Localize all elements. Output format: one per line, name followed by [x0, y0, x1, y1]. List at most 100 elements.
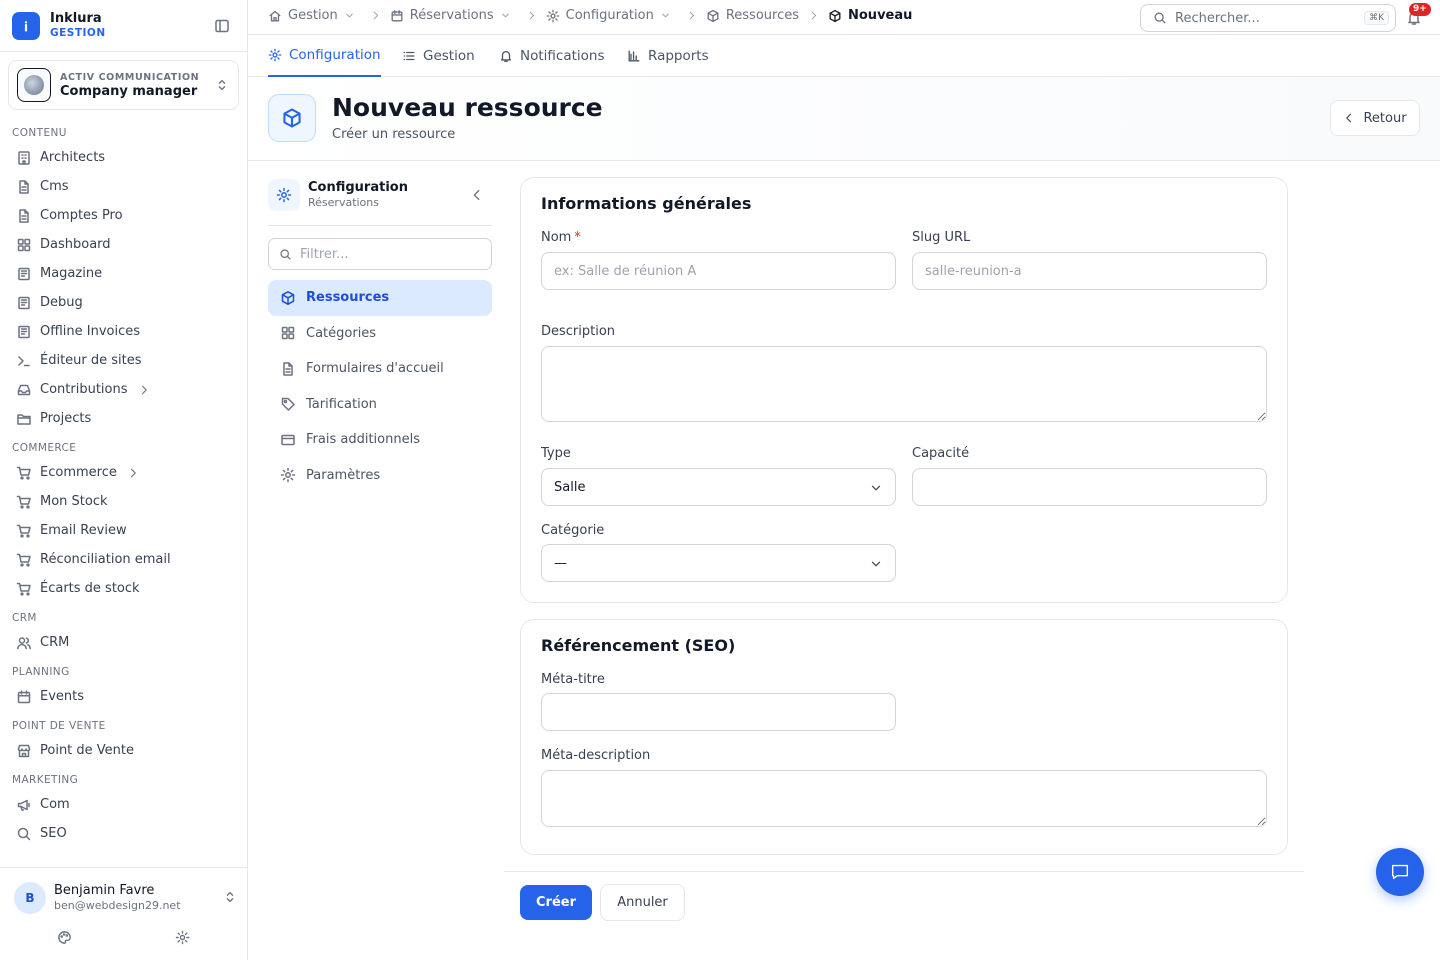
slug-input[interactable] [912, 252, 1267, 290]
sidebar-item-ecarts-de-stock[interactable]: Écarts de stock [0, 574, 247, 603]
chevron-right-icon [130, 468, 136, 477]
breadcrumb-item[interactable]: Réservations [390, 8, 517, 23]
category-select[interactable]: — [541, 544, 896, 582]
gear-icon[interactable] [175, 930, 190, 945]
chat-button[interactable] [1376, 848, 1424, 896]
file-icon [19, 208, 29, 223]
subnav-item-tarification[interactable]: Tarification [268, 387, 492, 423]
page-header: Nouveau ressource Créer un ressource Ret… [248, 77, 1440, 161]
sidebar-item-dashboard[interactable]: Dashboard [0, 230, 247, 259]
create-button[interactable]: Créer [520, 885, 592, 920]
chevron-left-icon [1346, 113, 1352, 123]
chevron-down-icon[interactable] [660, 10, 671, 21]
back-button-label: Retour [1363, 110, 1407, 126]
tab-rapports[interactable]: Rapports [627, 35, 709, 77]
subnav-item-parametres[interactable]: Paramètres [268, 458, 492, 494]
search-icon [280, 248, 291, 260]
sidebar-item-email-review[interactable]: Email Review [0, 516, 247, 545]
capacity-label: Capacité [912, 446, 970, 461]
required-marker: * [574, 230, 581, 245]
inbox-icon [17, 384, 31, 395]
filter-input[interactable] [300, 246, 470, 262]
sidebar-item-projects[interactable]: Projects [0, 404, 247, 433]
cart-icon [16, 495, 31, 509]
back-button[interactable]: Retour [1330, 100, 1420, 136]
sidebar-item-magazine[interactable]: Magazine [0, 259, 247, 288]
file-icon [19, 179, 29, 194]
page-title: Nouveau ressource [332, 93, 603, 122]
box-icon [829, 9, 841, 22]
breadcrumb-item[interactable]: Ressources [706, 8, 799, 23]
sidebar-item-seo[interactable]: SEO [0, 819, 247, 848]
chevron-down-icon[interactable] [344, 10, 355, 21]
subnav-item-label: Catégories [306, 325, 377, 341]
user-profile[interactable]: B Benjamin Favre ben@webdesign29.net [14, 882, 181, 914]
sidebar-item-editeur-de-sites[interactable]: Éditeur de sites [0, 346, 247, 375]
sidebar-item-com[interactable]: Com [0, 790, 247, 819]
sidebar-item-debug[interactable]: Debug [0, 288, 247, 317]
sidebar-item-offline-invoices[interactable]: Offline Invoices [0, 317, 247, 346]
users-icon [17, 636, 31, 649]
chevron-down-icon[interactable] [500, 10, 511, 21]
search-input[interactable] [1175, 10, 1355, 26]
subnav-item-label: Paramètres [306, 467, 381, 483]
sidebar-item-events[interactable]: Events [0, 682, 247, 711]
breadcrumb-label: Gestion [288, 8, 338, 23]
filter-box[interactable] [268, 238, 492, 270]
seo-card: Référencement (SEO) Méta-titre Méta-desc… [520, 619, 1288, 855]
meta-title-label: Méta-titre [541, 672, 605, 687]
subnav-item-categories[interactable]: Catégories [268, 316, 492, 352]
type-label: Type [541, 446, 571, 461]
sidebar-item-label: Dashboard [40, 237, 111, 252]
breadcrumb-item[interactable]: Configuration [546, 8, 677, 23]
capacity-input[interactable] [912, 468, 1267, 506]
sidebar-item-mon-stock[interactable]: Mon Stock [0, 487, 247, 516]
search-box[interactable]: ⌘K [1140, 4, 1396, 32]
sidebar-item-crm[interactable]: CRM [0, 628, 247, 657]
name-input[interactable] [541, 252, 896, 290]
sidebar-item-comptes-pro[interactable]: Comptes Pro [0, 201, 247, 230]
box-icon [707, 9, 719, 22]
meta-title-input[interactable] [541, 693, 896, 731]
sidebar-item-label: Events [40, 689, 85, 704]
divider [268, 225, 492, 226]
nav-section-title: PLANNING [12, 666, 70, 678]
brand[interactable]: Inklura GESTION [12, 11, 236, 41]
palette-icon[interactable] [57, 930, 72, 945]
sidebar-item-label: Réconciliation email [40, 552, 171, 567]
breadcrumb-item: Nouveau [828, 8, 912, 23]
sidebar-item-reconciliation-email[interactable]: Réconciliation email [0, 545, 247, 574]
tab-gestion[interactable]: Gestion [402, 35, 475, 77]
user-name: Benjamin Favre [54, 883, 155, 898]
breadcrumb-item[interactable]: Gestion [268, 8, 361, 23]
sidebar-toggle-icon[interactable] [214, 18, 230, 34]
sidebar-nav: CONTENU Architects Cms Comptes Pro Dashboard… [0, 118, 247, 866]
terminal-icon [18, 355, 30, 366]
tab-label: Notifications [520, 48, 605, 64]
chevron-up-down-icon [215, 78, 229, 92]
category-select-value: — [554, 555, 567, 571]
gear-icon [268, 179, 300, 211]
subnav-item-formulaires-d-accueil[interactable]: Formulaires d'accueil [268, 351, 492, 387]
cancel-button[interactable]: Annuler [600, 884, 685, 921]
meta-description-textarea[interactable] [541, 770, 1267, 827]
organization-switcher[interactable]: ACTIV COMMUNICATION Company manager [8, 60, 239, 110]
tab-configuration[interactable]: Configuration [268, 35, 381, 77]
name-label: Nom * [541, 230, 581, 245]
sidebar-item-point-de-vente[interactable]: Point de Vente [0, 736, 247, 765]
tab-notifications[interactable]: Notifications [499, 35, 605, 77]
description-textarea[interactable] [541, 346, 1267, 422]
nav-section-title: POINT DE VENTE [12, 720, 106, 732]
sidebar-item-label: Debug [40, 295, 83, 310]
sidebar-item-ecommerce[interactable]: Ecommerce [0, 458, 247, 487]
sidebar-item-architects[interactable]: Architects [0, 143, 247, 172]
sidebar-item-cms[interactable]: Cms [0, 172, 247, 201]
subnav-item-frais-additionnels[interactable]: Frais additionnels [268, 422, 492, 458]
chevron-right-icon [141, 385, 147, 394]
subnav-item-ressources[interactable]: Ressources [268, 280, 492, 316]
sidebar-item-contributions[interactable]: Contributions [0, 375, 247, 404]
collapse-chevron-left-icon[interactable] [470, 188, 484, 202]
type-select[interactable]: Salle [541, 468, 896, 506]
chevron-up-down-icon[interactable] [223, 890, 237, 904]
cart-icon [16, 553, 31, 567]
